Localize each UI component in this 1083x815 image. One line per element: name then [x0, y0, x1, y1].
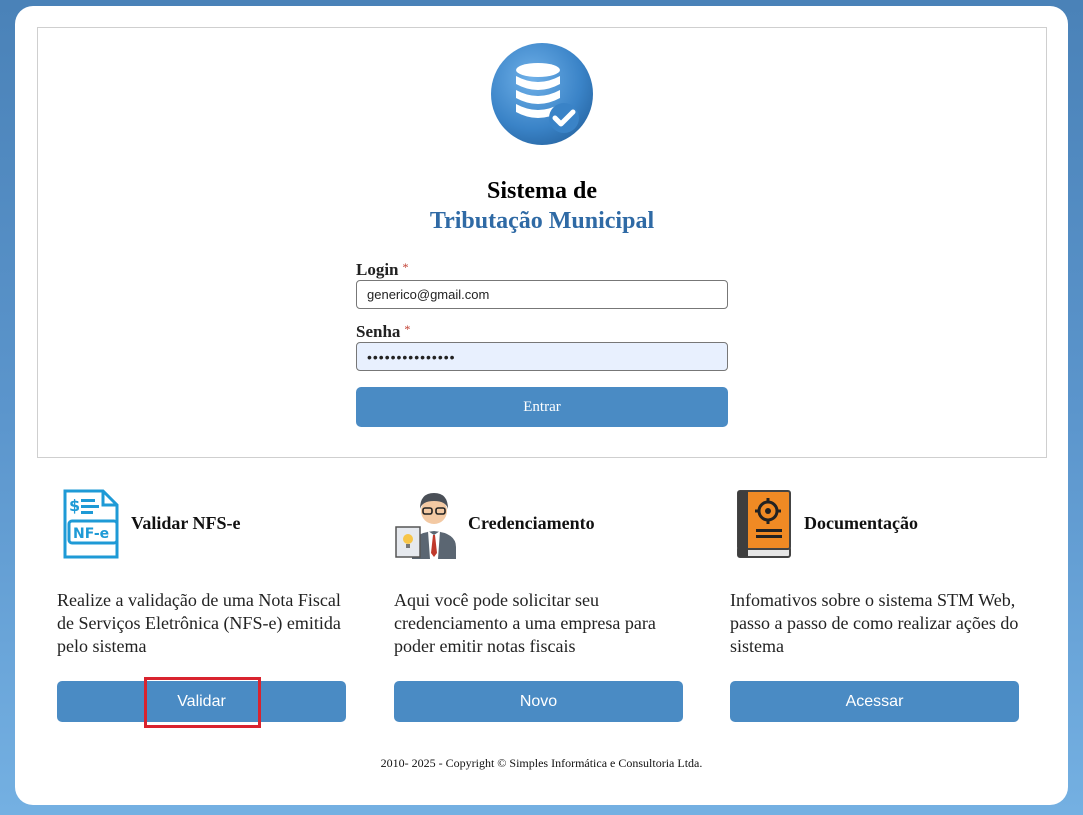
- login-label-text: Login: [356, 260, 399, 279]
- footer-copyright: 2010- 2025 - Copyright © Simples Informá…: [380, 756, 703, 770]
- app-title-line2: Tributação Municipal: [429, 208, 655, 234]
- feature-title: Documentação: [804, 513, 918, 533]
- login-submit-button[interactable]: Entrar: [356, 387, 728, 427]
- required-marker: *: [402, 260, 409, 274]
- login-panel: Sistema de Tributação Municipal Login * g…: [37, 27, 1047, 458]
- feature-description: Aqui você pode solicitar seu credenciame…: [394, 590, 656, 656]
- login-input[interactable]: generico@gmail.com: [356, 280, 728, 309]
- svg-text:$: $: [69, 496, 80, 515]
- feature-title: Credenciamento: [468, 513, 595, 533]
- feature-description: Infomativos sobre o sistema STM Web, pas…: [730, 590, 1019, 656]
- feature-title: Validar NFS-e: [131, 513, 241, 533]
- required-marker: *: [404, 322, 411, 336]
- app-title-line1: Sistema de: [487, 178, 597, 204]
- manual-book-icon: [737, 490, 791, 558]
- validar-button[interactable]: Validar: [57, 681, 346, 722]
- acessar-button[interactable]: Acessar: [730, 681, 1019, 722]
- login-label: Login *: [356, 260, 409, 280]
- businessman-icon: [395, 493, 456, 559]
- novo-button[interactable]: Novo: [394, 681, 683, 722]
- nfe-document-icon: $ NF-e: [63, 489, 119, 559]
- password-input[interactable]: •••••••••••••••: [356, 342, 728, 371]
- database-check-icon: [491, 43, 593, 145]
- svg-text:NF-e: NF-e: [73, 526, 109, 542]
- password-label: Senha *: [356, 322, 410, 342]
- main-card: Sistema de Tributação Municipal Login * g…: [15, 6, 1068, 805]
- feature-description: Realize a validação de uma Nota Fiscal d…: [57, 590, 341, 656]
- password-label-text: Senha: [356, 322, 401, 341]
